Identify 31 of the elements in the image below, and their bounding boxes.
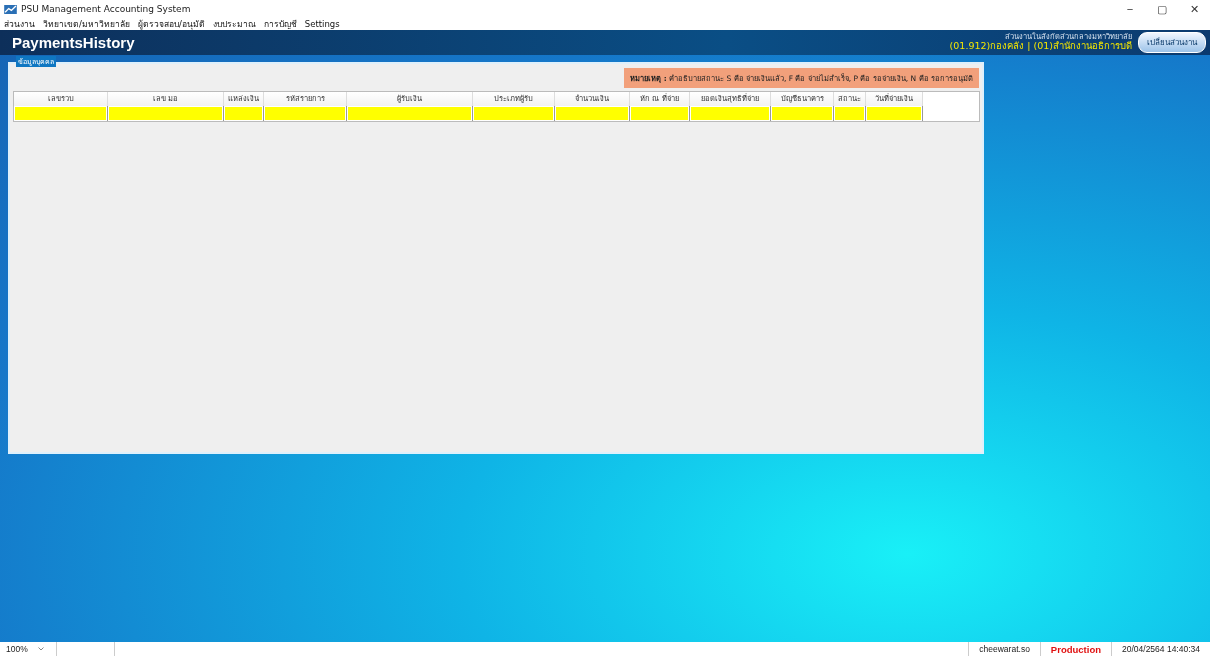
menu-item[interactable]: งบประมาณ — [212, 17, 256, 31]
filter-field[interactable] — [772, 107, 832, 120]
filter-field[interactable] — [265, 107, 345, 120]
user-name: cheewarat.so — [968, 642, 1040, 656]
filter-field[interactable] — [15, 107, 106, 120]
app-logo-icon — [4, 4, 17, 14]
date-time: 20/04/2564 14:40:34 — [1111, 642, 1210, 656]
environment-label: Production — [1039, 642, 1111, 656]
menu-item[interactable]: วิทยาเขต/มหาวิทยาลัย — [43, 17, 130, 31]
window-control-button[interactable]: ✕ — [1178, 2, 1210, 16]
window-control-button[interactable]: ▢ — [1146, 2, 1178, 16]
menu-item[interactable]: ผู้ตรวจสอบ/อนุมัติ — [137, 17, 205, 31]
switch-unit-button[interactable]: เปลี่ยนส่วนงาน — [1138, 32, 1206, 53]
window-title: PSU Management Accounting System — [21, 4, 191, 14]
filter-field[interactable] — [691, 107, 769, 120]
filter-field[interactable] — [474, 107, 553, 120]
caret-icon — [37, 647, 44, 651]
filter-field[interactable] — [867, 107, 921, 120]
org-name: (01.912)กองคลัง | (01)สำนักงานอธิการบดี — [949, 41, 1132, 52]
filter-field[interactable] — [556, 107, 628, 120]
filter-field[interactable] — [225, 107, 262, 120]
filter-field[interactable] — [631, 107, 688, 120]
menu-item[interactable]: การบัญชี — [263, 17, 297, 31]
menu-item[interactable]: Settings — [304, 19, 340, 29]
filter-field[interactable] — [109, 107, 222, 120]
page-title: PaymentsHistory — [12, 34, 135, 51]
filter-field[interactable] — [835, 107, 864, 120]
filter-field[interactable] — [348, 107, 471, 120]
zoom-dropdown[interactable]: 100% — [0, 642, 57, 656]
window-control-button[interactable]: − — [1114, 3, 1146, 15]
menu-item[interactable]: ส่วนงาน — [4, 17, 35, 31]
